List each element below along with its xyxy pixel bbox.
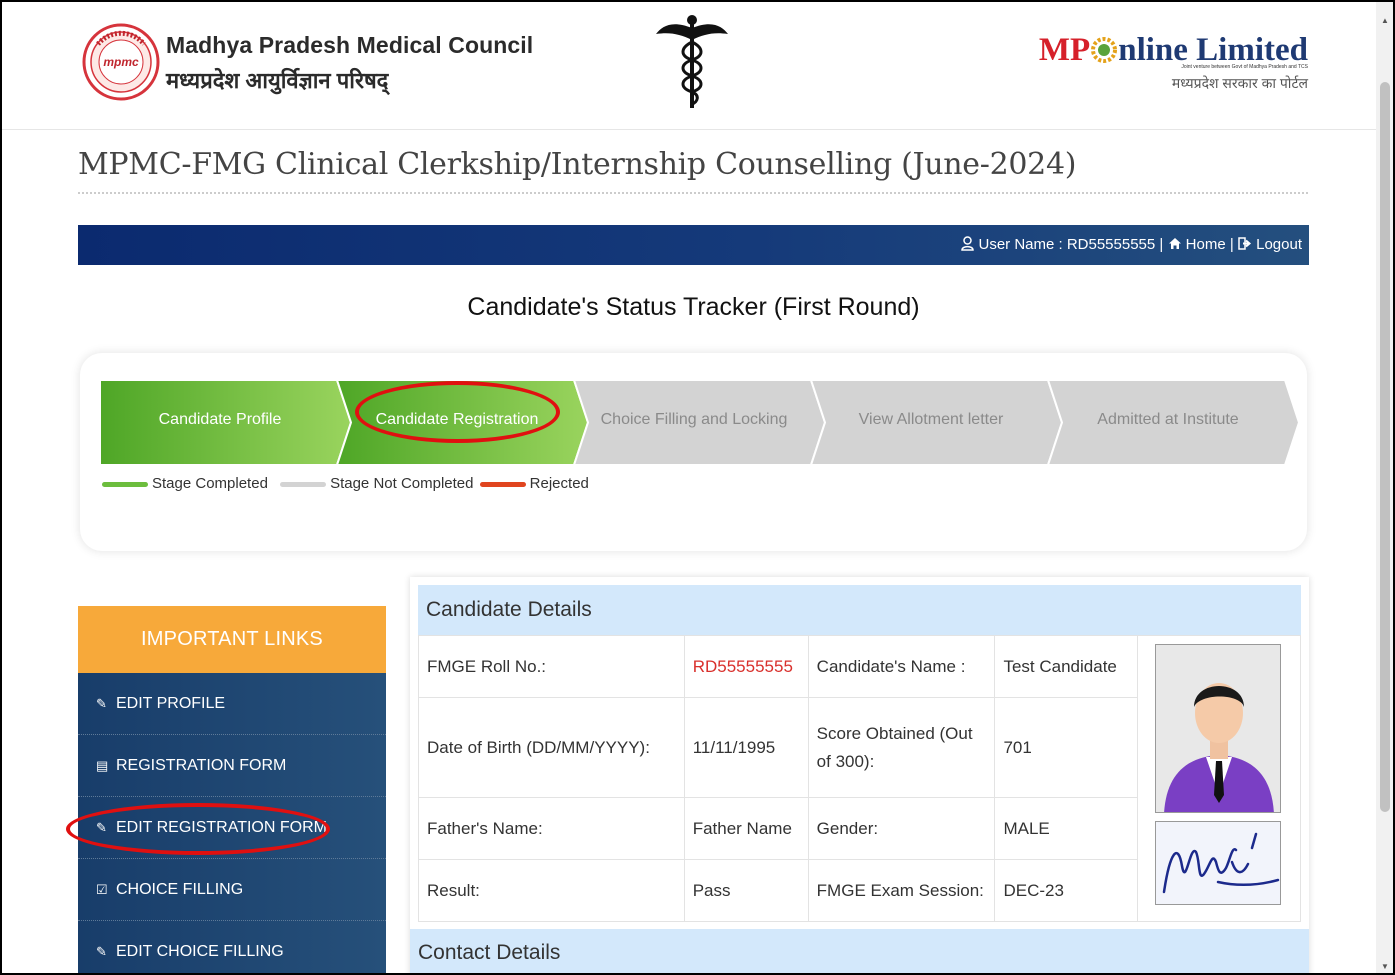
table-row: FMGE Roll No.: RD55555555 Candidate's Na…: [418, 635, 1301, 922]
separator: |: [1229, 236, 1234, 253]
candidate-details-heading: Candidate Details: [418, 585, 1301, 635]
table-cell-label: FMGE Roll No.:: [418, 635, 685, 698]
mponline-tagline: Joint venture between Govt of Madhya Pra…: [1181, 64, 1308, 70]
important-links-sidebar: IMPORTANT LINKS ✎ EDIT PROFILE ▤ REGISTRAT…: [78, 606, 386, 973]
legend-completed-swatch: [102, 481, 148, 487]
sidebar-item-label: CHOICE FILLING: [116, 881, 244, 898]
user-links: User Name : RD55555555 | Home | Logout: [961, 236, 1302, 253]
table-cell-label: Gender:: [807, 797, 996, 860]
sidebar-item-label: EDIT CHOICE FILLING: [116, 943, 284, 960]
check-square-icon: ☑: [96, 882, 108, 897]
candidate-details-card: Candidate Details FMGE Roll No.: RD55555…: [410, 577, 1309, 973]
home-link[interactable]: Home: [1168, 236, 1226, 253]
scroll-down-arrow-icon[interactable]: ▼: [1381, 962, 1389, 971]
mponline-tagline-hindi: मध्यप्रदेश सरकार का पोर्टल: [1171, 75, 1308, 91]
sidebar-heading: IMPORTANT LINKS: [78, 606, 386, 673]
sidebar-item-label: EDIT PROFILE: [116, 695, 226, 712]
browser-viewport: mpmc Madhya Pradesh Medical Council मध्य…: [0, 0, 1395, 975]
legend-not-completed-swatch: [280, 481, 327, 487]
home-link-label: Home: [1185, 236, 1226, 253]
page-title: MPMC-FMG Clinical Clerkship/Internship C…: [78, 147, 1077, 182]
candidate-photo: [1155, 644, 1282, 813]
roll-number-value: RD55555555: [683, 635, 809, 698]
step-candidate-profile[interactable]: Candidate Profile: [120, 411, 320, 429]
edit-icon: ✎: [96, 696, 107, 711]
table-cell-label: Father's Name:: [418, 797, 685, 860]
candidate-signature: [1155, 821, 1282, 905]
user-bar: User Name : RD55555555 | Home | Logout: [78, 225, 1309, 265]
legend-not-completed: Stage Not Completed: [330, 475, 474, 492]
legend-rejected-swatch: [479, 481, 526, 487]
title-divider: [78, 192, 1308, 194]
home-icon: [1168, 238, 1181, 249]
sidebar-item-choice-filling[interactable]: ☑ CHOICE FILLING: [78, 859, 386, 921]
table-cell-label: Date of Birth (DD/MM/YYYY):: [418, 697, 685, 798]
mponline-brand-prefix: MP: [1038, 32, 1091, 68]
logout-link-label: Logout: [1256, 236, 1302, 253]
tracker-steps: Candidate Profile Candidate Registration…: [100, 380, 1300, 465]
table-cell-label: Candidate's Name :: [807, 635, 996, 698]
score-value: 701: [994, 697, 1139, 798]
table-cell-label: FMGE Exam Session:: [807, 859, 996, 922]
edit-icon: ✎: [96, 944, 107, 959]
sidebar-item-label: REGISTRATION FORM: [116, 757, 287, 774]
scrollbar-thumb[interactable]: [1380, 82, 1390, 812]
user-name-label: User Name : RD55555555: [978, 236, 1156, 253]
exam-session-value: DEC-23: [994, 859, 1139, 922]
candidate-details-table: FMGE Roll No.: RD55555555 Candidate's Na…: [418, 635, 1301, 922]
mponline-brand-suffix: nline Limited: [1118, 32, 1308, 68]
tracker-legend: Stage Completed Stage Not Completed Reje…: [100, 475, 589, 492]
logout-icon: [1238, 237, 1251, 250]
site-header: mpmc Madhya Pradesh Medical Council मध्य…: [2, 2, 1378, 130]
id-card-icon: ▤: [96, 758, 109, 773]
logo-text: mpmc: [103, 55, 139, 69]
mponline-logo: MP nline Limited Joint venture between Go…: [1008, 32, 1308, 91]
legend-rejected: Rejected: [529, 475, 589, 492]
annotation-circle: [66, 803, 330, 855]
photo-cell: [1137, 635, 1301, 922]
step-view-allotment[interactable]: View Allotment letter: [831, 411, 1031, 429]
scroll-up-arrow-icon[interactable]: ▲: [1381, 16, 1389, 25]
status-tracker: Candidate Profile Candidate Registration…: [80, 353, 1307, 551]
step-admitted[interactable]: Admitted at Institute: [1068, 411, 1268, 429]
page-scrollbar[interactable]: ▲ ▼: [1376, 2, 1393, 973]
signature-image: [1163, 832, 1280, 894]
mponline-gear-icon: [1091, 37, 1118, 63]
result-value: Pass: [683, 859, 809, 922]
sidebar-item-registration-form[interactable]: ▤ REGISTRATION FORM: [78, 735, 386, 797]
org-name-hindi: मध्यप्रदेश आयुर्विज्ञान परिषद्: [166, 68, 389, 93]
father-name-value: Father Name: [683, 797, 809, 860]
table-cell-label: Result:: [418, 859, 685, 922]
legend-completed: Stage Completed: [152, 475, 268, 492]
avatar-icon: [1156, 645, 1281, 812]
org-name: Madhya Pradesh Medical Council: [166, 32, 534, 58]
sidebar-item-edit-choice-filling[interactable]: ✎ EDIT CHOICE FILLING: [78, 921, 386, 973]
gender-value: MALE: [994, 797, 1139, 860]
step-choice-filling[interactable]: Choice Filling and Locking: [594, 411, 794, 429]
contact-details-heading: Contact Details: [410, 929, 1309, 973]
table-cell-label: Score Obtained (Out of 300):: [807, 697, 996, 798]
logout-link[interactable]: Logout: [1238, 236, 1302, 253]
tracker-title: Candidate's Status Tracker (First Round): [467, 293, 920, 321]
mpmc-logo: mpmc: [82, 23, 160, 101]
dob-value: 11/11/1995: [683, 697, 809, 798]
user-icon: [961, 236, 975, 251]
separator: |: [1159, 236, 1164, 253]
candidate-name-value: Test Candidate: [994, 635, 1139, 698]
caduceus-icon: [656, 15, 728, 108]
annotation-circle: [355, 381, 560, 443]
sidebar-item-edit-profile[interactable]: ✎ EDIT PROFILE: [78, 673, 386, 735]
